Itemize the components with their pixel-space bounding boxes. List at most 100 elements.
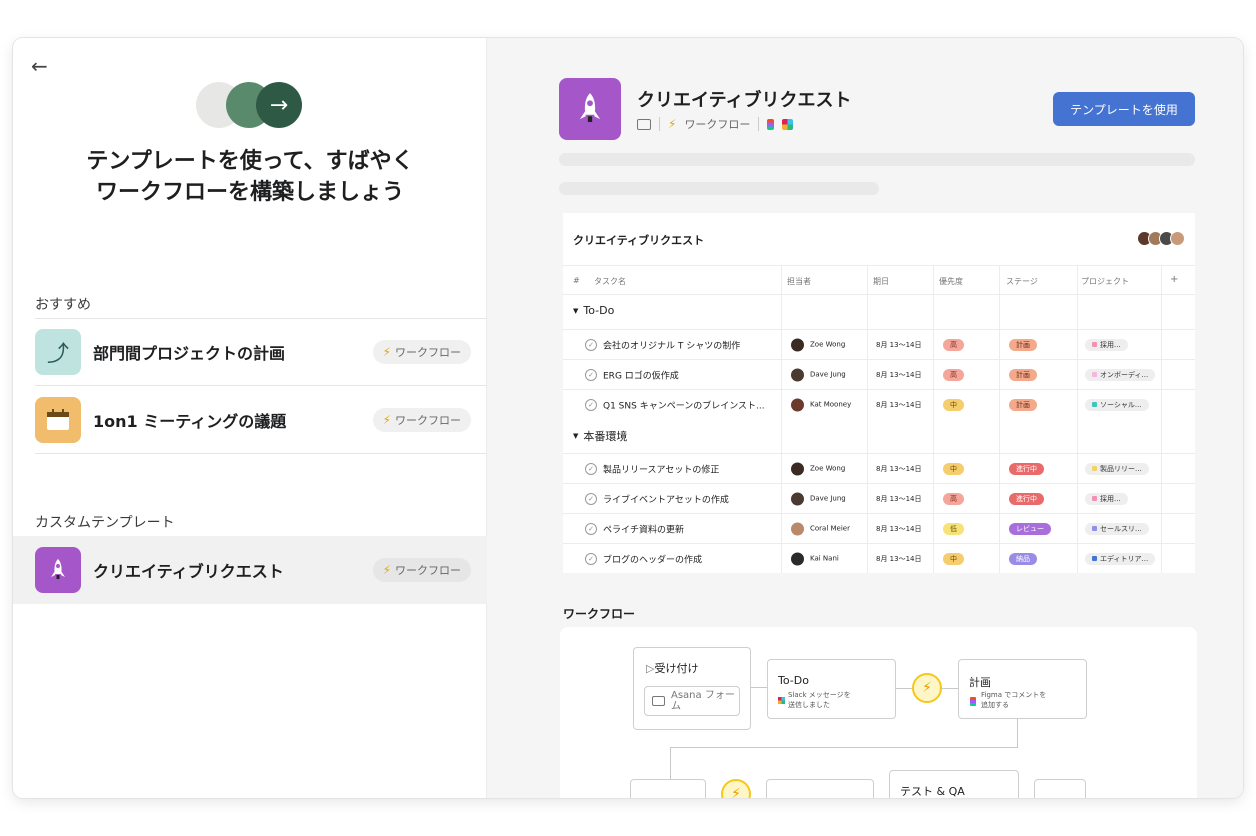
priority-pill[interactable]: 中: [943, 462, 964, 475]
due-date[interactable]: 8月 13〜14日: [876, 400, 922, 410]
project-pill[interactable]: 製品リリー...: [1085, 462, 1149, 475]
task-name[interactable]: 会社のオリジナル T シャツの制作: [603, 338, 778, 351]
assignee[interactable]: Kat Mooney: [791, 398, 851, 411]
assignee[interactable]: Zoe Wong: [791, 462, 845, 475]
project-color-swatch: [1092, 496, 1097, 501]
workflow-badge: ⚡ ワークフロー: [372, 340, 471, 364]
project-pill[interactable]: 採用...: [1085, 492, 1128, 505]
assignee[interactable]: Dave Jung: [791, 492, 846, 505]
task-name[interactable]: ERG ロゴの仮作成: [603, 368, 778, 381]
project-pill[interactable]: エディトリア...: [1085, 552, 1156, 565]
priority-pill[interactable]: 高: [943, 368, 964, 381]
check-circle-icon[interactable]: ✓: [585, 368, 597, 381]
table-header: # タスク名 担当者 期日 優先度 ステージ プロジェクト +: [563, 265, 1195, 295]
table-row[interactable]: ✓ ペライチ資料の更新 Coral Meier 8月 13〜14日 低 レビュー セールスリ…: [563, 513, 1195, 543]
caret-down-icon[interactable]: ▼: [573, 307, 578, 315]
preview-meta: ⚡ ワークフロー: [637, 116, 794, 132]
skeleton-line: [559, 153, 1195, 166]
due-date[interactable]: 8月 13〜14日: [876, 524, 922, 534]
due-date[interactable]: 8月 13〜14日: [876, 464, 922, 474]
due-date[interactable]: 8月 13〜14日: [876, 494, 922, 504]
project-pill[interactable]: 採用...: [1085, 338, 1128, 351]
table-group-header[interactable]: ▼ To-Do: [573, 304, 614, 317]
caret-down-icon[interactable]: ▼: [573, 432, 578, 440]
workflow-badge: ⚡ ワークフロー: [372, 558, 471, 582]
skeleton-line: [559, 182, 879, 195]
priority-pill[interactable]: 低: [943, 522, 964, 535]
check-circle-icon[interactable]: ✓: [585, 552, 597, 565]
project-pill[interactable]: オンボーディ...: [1085, 368, 1156, 381]
stage-pill[interactable]: 進行中: [1009, 492, 1044, 505]
priority-pill[interactable]: 中: [943, 552, 964, 565]
table-group-header[interactable]: ▼ 本番環境: [573, 428, 627, 444]
slack-icon: [782, 118, 794, 130]
table-row[interactable]: ✓ 会社のオリジナル T シャツの制作 Zoe Wong 8月 13〜14日 高 計画 採用…: [563, 329, 1195, 359]
task-name[interactable]: ペライチ資料の更新: [603, 522, 778, 535]
project-pill[interactable]: セールスリ...: [1085, 522, 1149, 535]
workflow-badge: ⚡ ワークフロー: [372, 407, 471, 432]
test-qa-node[interactable]: テスト & QA: [889, 770, 1019, 798]
workflow-node[interactable]: [766, 779, 874, 798]
priority-pill[interactable]: 高: [943, 492, 964, 505]
lightning-icon: ⚡: [382, 563, 391, 577]
form-icon: [652, 696, 665, 706]
project-color-swatch: [1092, 372, 1097, 377]
priority-pill[interactable]: 高: [943, 338, 964, 351]
check-circle-icon[interactable]: ✓: [585, 462, 597, 475]
preview-title: クリエイティブリクエスト: [637, 90, 852, 111]
intake-node[interactable]: ▷受け付け Asana フォーム: [633, 647, 751, 730]
priority-pill[interactable]: 中: [943, 398, 964, 411]
project-pill[interactable]: ソーシャル...: [1085, 398, 1149, 411]
project-color-swatch: [1092, 402, 1097, 407]
check-circle-icon[interactable]: ✓: [585, 522, 597, 535]
assignee[interactable]: Zoe Wong: [791, 338, 845, 351]
table-row[interactable]: ✓ ERG ロゴの仮作成 Dave Jung 8月 13〜14日 高 計画 オンボーディ..…: [563, 359, 1195, 389]
automation-lightning-icon[interactable]: ⚡: [721, 779, 751, 798]
page-headline: テンプレートを使って、すばやく ワークフローを構築しましょう: [86, 149, 414, 205]
due-date[interactable]: 8月 13〜14日: [876, 554, 922, 564]
custom-templates-label: カスタムテンプレート: [35, 515, 175, 531]
route-icon: ⤴: [35, 329, 81, 375]
check-circle-icon[interactable]: ✓: [585, 492, 597, 505]
stage-pill[interactable]: 計画: [1009, 368, 1037, 381]
stage-pill[interactable]: 進行中: [1009, 462, 1044, 475]
check-circle-icon[interactable]: ✓: [585, 338, 597, 351]
template-item-creative-request[interactable]: クリエイティブリクエスト ⚡ ワークフロー: [13, 536, 487, 604]
assignee[interactable]: Dave Jung: [791, 368, 846, 381]
workflow-node[interactable]: [630, 779, 706, 798]
due-date[interactable]: 8月 13〜14日: [876, 370, 922, 380]
table-row[interactable]: ✓ Q1 SNS キャンペーンのブレインスト... Kat Mooney 8月 13〜…: [563, 389, 1195, 419]
check-circle-icon[interactable]: ✓: [585, 398, 597, 411]
table-title: クリエイティブリクエスト: [573, 234, 705, 247]
stage-pill[interactable]: 納品: [1009, 552, 1037, 565]
table-row[interactable]: ✓ 製品リリースアセットの修正 Zoe Wong 8月 13〜14日 中 進行中 製品リリー…: [563, 453, 1195, 483]
planning-node[interactable]: 計画 Figma でコメントを 追加する: [958, 659, 1087, 719]
stage-pill[interactable]: 計画: [1009, 338, 1037, 351]
figma-icon: [767, 118, 775, 130]
assignee[interactable]: Coral Meier: [791, 522, 850, 535]
avatar: [791, 492, 804, 505]
project-color-swatch: [1092, 526, 1097, 531]
use-template-button[interactable]: テンプレートを使用: [1053, 92, 1195, 126]
arrow-left-icon[interactable]: ←: [31, 54, 48, 78]
automation-lightning-icon[interactable]: ⚡: [912, 673, 942, 703]
table-row[interactable]: ✓ ライブイベントアセットの作成 Dave Jung 8月 13〜14日 高 進行中 採用.…: [563, 483, 1195, 513]
workflow-title: ワークフロー: [563, 607, 636, 621]
task-name[interactable]: ライブイベントアセットの作成: [603, 492, 778, 505]
template-item-1on1-agenda[interactable]: 1on1 ミーティングの議題 ⚡ ワークフロー: [35, 386, 487, 454]
task-name[interactable]: Q1 SNS キャンペーンのブレインスト...: [603, 398, 778, 411]
avatar: [1170, 231, 1185, 246]
template-item-cross-dept-planning[interactable]: ⤴ 部門間プロジェクトの計画 ⚡ ワークフロー: [35, 318, 487, 386]
workflow-node[interactable]: [1034, 779, 1086, 798]
stage-pill[interactable]: レビュー: [1009, 522, 1051, 535]
task-name[interactable]: 製品リリースアセットの修正: [603, 462, 778, 475]
avatar: [791, 338, 804, 351]
add-column-button[interactable]: +: [1170, 274, 1178, 285]
hero-illustration: →: [196, 80, 306, 130]
task-name[interactable]: ブログのヘッダーの作成: [603, 552, 778, 565]
due-date[interactable]: 8月 13〜14日: [876, 340, 922, 350]
table-row[interactable]: ✓ ブログのヘッダーの作成 Kai Nani 8月 13〜14日 中 納品 エディトリア..…: [563, 543, 1195, 573]
stage-pill[interactable]: 計画: [1009, 398, 1037, 411]
assignee[interactable]: Kai Nani: [791, 552, 839, 565]
todo-node[interactable]: To-Do Slack メッセージを 送信しました: [767, 659, 896, 719]
